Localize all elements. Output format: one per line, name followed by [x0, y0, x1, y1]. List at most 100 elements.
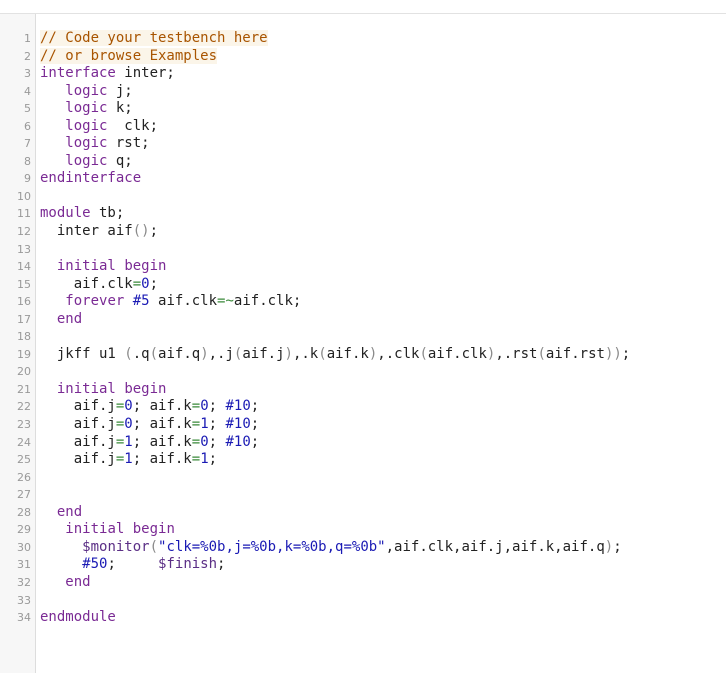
code-line[interactable]: 30 $monitor("clk=%0b,j=%0b,k=%0b,q=%0b",… — [0, 539, 726, 557]
code-line[interactable]: 31 #50; $finish; — [0, 556, 726, 574]
code-line[interactable]: 18 — [0, 328, 726, 346]
line-number: 13 — [17, 242, 31, 256]
line-code: end — [40, 504, 82, 522]
code-line[interactable]: 17 end — [0, 311, 726, 329]
code-token-plain: aif.clk — [427, 345, 487, 362]
code-token-plain: ; — [208, 398, 226, 415]
code-line[interactable]: 16 forever #5 aif.clk=~aif.clk; — [0, 293, 726, 311]
code-token-plain: inter aif — [40, 223, 133, 240]
code-line[interactable]: 11 module tb; — [0, 205, 726, 223]
code-line[interactable]: 20 — [0, 363, 726, 381]
line-code: logic k; — [40, 100, 132, 118]
line-code: aif.j=1; aif.k=1; — [40, 451, 217, 469]
code-token-plain: .q — [132, 345, 150, 362]
code-token-plain: ,.rst — [495, 345, 538, 362]
code-line[interactable]: 21 initial begin — [0, 381, 726, 399]
code-line[interactable]: 8 logic q; — [0, 153, 726, 171]
line-number: 18 — [17, 330, 31, 344]
code-line[interactable]: 26 — [0, 469, 726, 487]
code-line[interactable]: 28 end — [0, 504, 726, 522]
code-token-number: 1 — [124, 451, 133, 468]
code-line[interactable]: 6 logic clk; — [0, 118, 726, 136]
code-token-plain: ; — [107, 556, 159, 573]
code-token-keyword: end — [56, 503, 83, 520]
line-number: 4 — [24, 84, 31, 98]
code-line[interactable]: 25 aif.j=1; aif.k=1; — [0, 451, 726, 469]
code-token-plain: ; — [208, 416, 226, 433]
line-code: initial begin — [40, 258, 167, 276]
code-token-plain: aif.j — [40, 451, 116, 468]
code-token-plain: ; — [613, 538, 622, 555]
code-line[interactable]: 4 logic j; — [0, 83, 726, 101]
code-token-op: = — [191, 416, 201, 433]
code-token-number: #10 — [225, 398, 251, 415]
code-token-keyword: begin — [124, 258, 167, 275]
code-token-keyword: end — [56, 310, 83, 327]
line-number: 26 — [17, 470, 31, 484]
code-token-keyword: interface — [40, 65, 116, 82]
code-line[interactable]: 7 logic rst; — [0, 135, 726, 153]
code-line[interactable]: 10 — [0, 188, 726, 206]
code-token-paren: ( — [149, 538, 159, 555]
line-code: aif.j=0; aif.k=0; #10; — [40, 398, 260, 416]
line-code: end — [40, 574, 90, 592]
code-line[interactable]: 12 inter aif(); — [0, 223, 726, 241]
line-number: 2 — [24, 49, 31, 63]
code-line[interactable]: 33 — [0, 592, 726, 610]
line-number: 17 — [17, 312, 31, 326]
line-number: 23 — [17, 418, 31, 432]
code-line[interactable]: 3 interface inter; — [0, 65, 726, 83]
code-token-paren: ) — [604, 538, 614, 555]
code-token-plain: ; — [250, 416, 260, 433]
code-editor[interactable]: 1 // Code your testbench here 2 // or brows… — [0, 0, 726, 673]
code-lines[interactable]: 1 // Code your testbench here 2 // or brows… — [0, 30, 726, 627]
code-line[interactable]: 34 endmodule — [0, 609, 726, 627]
code-token-paren: ( — [537, 345, 546, 362]
line-number: 21 — [17, 382, 31, 396]
line-code: $monitor("clk=%0b,j=%0b,k=%0b,q=%0b",aif… — [40, 538, 622, 557]
code-line[interactable]: 29 initial begin — [0, 521, 726, 539]
code-token-number: 0 — [124, 416, 133, 433]
line-code: logic j; — [40, 82, 133, 101]
code-line[interactable]: 24 aif.j=1; aif.k=0; #10; — [0, 434, 726, 452]
code-line[interactable]: 15 aif.clk=0; — [0, 276, 726, 294]
code-token-plain: ; — [250, 433, 260, 450]
code-line[interactable]: 2 // or browse Examples — [0, 47, 726, 66]
line-number: 27 — [17, 488, 31, 502]
line-code: aif.j=0; aif.k=1; #10; — [40, 416, 260, 434]
code-line[interactable]: 23 aif.j=0; aif.k=1; #10; — [0, 416, 726, 434]
code-token-plain: j; — [107, 82, 133, 99]
code-token-plain: jkff u1 — [40, 345, 125, 362]
code-line[interactable]: 19 jkff u1 (.q(aif.q),.j(aif.j),.k(aif.k… — [0, 346, 726, 364]
code-token-paren: ( — [124, 345, 133, 362]
code-token-number: 1 — [200, 451, 209, 468]
code-token-paren: ) — [200, 345, 209, 362]
code-token-plain: ,.k — [292, 345, 319, 362]
code-line[interactable]: 9 endinterface — [0, 170, 726, 188]
code-line[interactable]: 32 end — [0, 574, 726, 592]
code-token-plain: ; — [217, 556, 226, 573]
code-line[interactable]: 1 // Code your testbench here — [0, 30, 726, 48]
code-token-plain: rst; — [107, 135, 150, 152]
code-line[interactable]: 13 — [0, 241, 726, 259]
code-token-keyword: logic — [65, 82, 108, 99]
line-number: 30 — [17, 540, 31, 554]
code-token-plain: aif.clk; — [233, 293, 302, 310]
code-token-number: 0 — [200, 398, 209, 415]
line-code: // or browse Examples — [40, 47, 218, 66]
line-number: 1 — [24, 32, 31, 45]
code-token-comment: // or browse Examples — [40, 47, 218, 64]
code-token-plain: aif.q — [158, 345, 201, 362]
code-token-keyword: begin — [132, 521, 175, 538]
code-line[interactable]: 27 — [0, 486, 726, 504]
code-token-paren: ( — [318, 345, 327, 362]
code-line[interactable]: 22 aif.j=0; aif.k=0; #10; — [0, 398, 726, 416]
code-line[interactable]: 5 logic k; — [0, 100, 726, 118]
code-line[interactable]: 14 initial begin — [0, 258, 726, 276]
code-token-plain: ,.clk — [377, 345, 420, 362]
code-token-plain: aif.k — [326, 345, 369, 362]
